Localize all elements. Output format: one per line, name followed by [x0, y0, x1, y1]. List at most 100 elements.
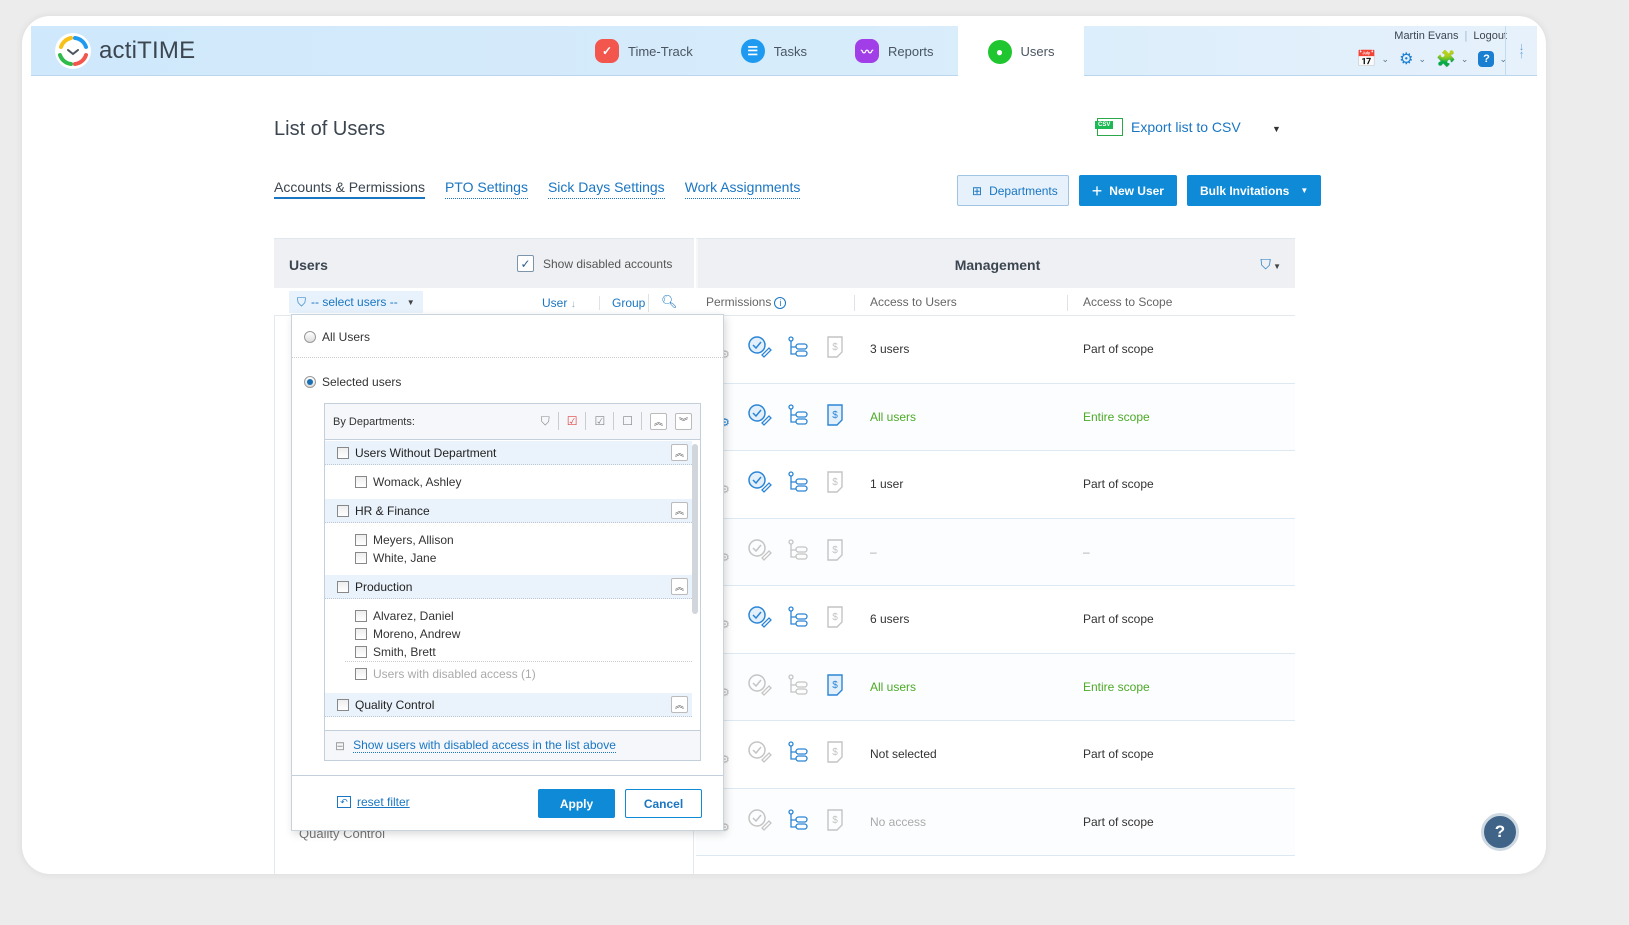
user-list-item[interactable]: Alvarez, Daniel [325, 607, 692, 625]
show-disabled-checkbox[interactable]: ✓ Show disabled accounts [517, 255, 672, 272]
collapse-group-button[interactable]: ︽ [671, 696, 688, 713]
search-icon[interactable]: 🔍︎ [648, 294, 678, 312]
management-filter-button[interactable]: ⛉ ▼ [1260, 256, 1281, 273]
table-row[interactable]: ⚙ $ 3 users Part of scope [696, 316, 1295, 384]
departments-button[interactable]: ⊞ Departments [957, 175, 1069, 206]
bulk-invitations-button[interactable]: Bulk Invitations ▼ [1186, 175, 1322, 206]
cost-icon[interactable]: $ [826, 673, 844, 699]
reset-filter-link[interactable]: ↶ reset filter [337, 795, 410, 809]
table-row[interactable]: ⚙ $ 1 user Part of scope [696, 451, 1295, 519]
logo[interactable]: actiTIME [55, 33, 195, 69]
group-button[interactable]: Group [599, 296, 645, 310]
help-menu[interactable]: ? ⌄ [1478, 51, 1507, 67]
collapse-group-button[interactable]: ︽ [671, 444, 688, 461]
checkbox[interactable] [355, 628, 367, 640]
show-disabled-users-link[interactable]: Show users with disabled access in the l… [353, 738, 616, 753]
sort-by-user[interactable]: User ↓ [542, 296, 576, 310]
collapse-group-button[interactable]: ︽ [671, 578, 688, 595]
department-group[interactable]: Quality Control ︽ [325, 693, 692, 717]
cost-icon[interactable]: $ [826, 808, 844, 834]
scrollbar[interactable] [692, 444, 698, 614]
hierarchy-icon[interactable] [788, 538, 808, 564]
nav-users[interactable]: ● Users [957, 26, 1085, 77]
settings-menu[interactable]: ⚙ ⌄ [1399, 49, 1426, 69]
checkbox[interactable] [355, 476, 367, 488]
permissions-icon[interactable] [748, 471, 772, 496]
disabled-users-item[interactable]: Users with disabled access (1) [345, 661, 692, 685]
cost-icon[interactable]: $ [826, 403, 844, 429]
permissions-icon[interactable] [748, 336, 772, 361]
deselect-all-icon[interactable]: ☐ [622, 414, 633, 428]
user-list-item[interactable]: Smith, Brett [325, 643, 692, 661]
department-group[interactable]: HR & Finance ︽ [325, 499, 692, 523]
permissions-icon[interactable] [748, 673, 772, 699]
table-row[interactable]: ⚙ $ No access Part of scope [696, 788, 1295, 856]
nav-tasks[interactable]: ☰ Tasks [717, 26, 831, 76]
permissions-icon[interactable] [748, 538, 772, 564]
collapse-all-button[interactable]: ︽ [650, 412, 667, 430]
cost-icon[interactable]: $ [826, 741, 844, 766]
checkbox[interactable] [355, 610, 367, 622]
hierarchy-icon[interactable] [788, 606, 808, 631]
select-users-filter[interactable]: ⛉ -- select users -- ▼ [289, 291, 423, 313]
hierarchy-icon[interactable] [788, 808, 808, 834]
help-fab-button[interactable]: ? [1481, 813, 1519, 851]
user-list-item[interactable]: Womack, Ashley [325, 473, 692, 491]
cost-icon[interactable]: $ [826, 471, 844, 496]
table-row[interactable]: ⚙ $ 6 users Part of scope [696, 586, 1295, 654]
table-row[interactable]: ⚙ $ – – [696, 518, 1295, 586]
invert-selection-icon[interactable]: ☑ [567, 414, 578, 428]
collapse-group-button[interactable]: ︽ [671, 502, 688, 519]
nav-time-track[interactable]: ✓ Time-Track [571, 26, 717, 76]
checkbox[interactable] [355, 552, 367, 564]
tab-pto-settings[interactable]: PTO Settings [444, 179, 528, 199]
table-row[interactable]: ⚙ $ All users Entire scope [696, 653, 1295, 721]
info-icon[interactable]: i [774, 297, 787, 309]
checkbox[interactable] [337, 504, 349, 517]
cost-icon[interactable]: $ [826, 538, 844, 564]
checkbox[interactable] [337, 698, 349, 711]
user-name[interactable]: Martin Evans [1394, 30, 1458, 42]
hierarchy-icon[interactable] [788, 403, 808, 429]
user-list-item[interactable]: Moreno, Andrew [325, 625, 692, 643]
hierarchy-icon[interactable] [788, 336, 808, 361]
nav-reports[interactable]: 〰 Reports [831, 26, 958, 76]
apply-button[interactable]: Apply [538, 789, 615, 818]
permissions-icon[interactable] [748, 741, 772, 766]
hierarchy-icon[interactable] [788, 673, 808, 699]
new-user-button[interactable]: + New User [1078, 175, 1177, 206]
export-csv-link[interactable]: CSV Export list to CSV [1095, 118, 1241, 136]
cost-icon[interactable]: $ [826, 606, 844, 631]
cancel-button[interactable]: Cancel [625, 789, 702, 818]
calendar-menu[interactable]: 📅 ⌄ [1357, 49, 1389, 69]
hierarchy-icon[interactable] [788, 741, 808, 766]
logout-link[interactable]: Logout [1473, 30, 1507, 42]
user-list-item[interactable]: Meyers, Allison [325, 531, 692, 549]
department-group[interactable]: Production ︽ [325, 575, 692, 599]
tab-accounts-permissions[interactable]: Accounts & Permissions [274, 179, 425, 199]
select-all-icon[interactable]: ☑ [594, 414, 605, 428]
expand-all-button[interactable]: ︾ [675, 412, 692, 430]
table-row[interactable]: ⚙ $ All users Entire scope [696, 383, 1295, 451]
tab-sick-days-settings[interactable]: Sick Days Settings [547, 179, 665, 199]
checkbox[interactable] [355, 667, 367, 680]
permissions-icon[interactable] [748, 403, 772, 429]
user-list-item[interactable]: White, Jane [325, 549, 692, 567]
radio-selected-users[interactable]: Selected users [304, 375, 401, 389]
collapse-header-button[interactable]: ↓ ↑ [1505, 26, 1537, 76]
permissions-icon[interactable] [748, 606, 772, 631]
permissions-icon[interactable] [748, 808, 772, 834]
checkbox[interactable] [337, 580, 349, 593]
cost-icon[interactable]: $ [826, 336, 844, 361]
filter-icon[interactable]: ⛉ [541, 414, 550, 429]
department-group[interactable]: Users Without Department ︽ [325, 441, 692, 465]
addons-menu[interactable]: 🧩 ⌄ [1436, 49, 1468, 69]
checkbox[interactable] [355, 534, 367, 546]
table-row[interactable]: ⚙ $ Not selected Part of scope [696, 721, 1295, 789]
checkbox[interactable] [355, 646, 367, 658]
checkbox[interactable] [337, 446, 349, 459]
radio-all-users[interactable]: All Users [304, 330, 370, 344]
export-dropdown-caret[interactable]: ▼ [1272, 124, 1281, 134]
tab-work-assignments[interactable]: Work Assignments [684, 179, 801, 199]
hierarchy-icon[interactable] [788, 471, 808, 496]
